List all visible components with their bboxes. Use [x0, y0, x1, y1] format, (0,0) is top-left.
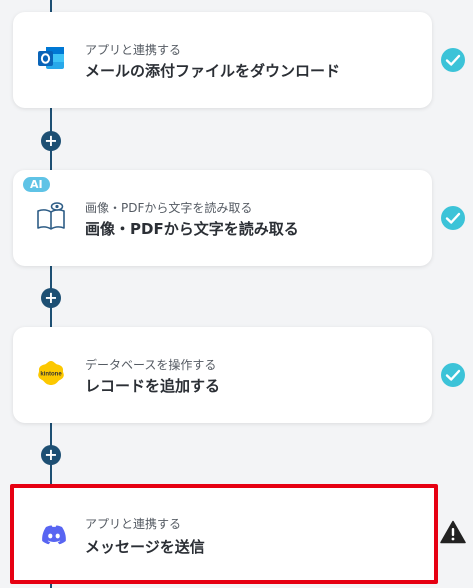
step-2-action-title: 画像・PDFから文字を読み取る: [85, 220, 299, 238]
flow-step-1-card[interactable]: アプリと連携する メールの添付ファイルをダウンロード: [13, 12, 432, 108]
step-1-app-label: アプリと連携する: [85, 43, 182, 57]
kintone-logo-text: kintone: [40, 372, 62, 378]
kintone-icon: kintone: [38, 361, 64, 385]
flow-step-4-card[interactable]: アプリと連携する メッセージを送信: [10, 484, 438, 584]
add-step-button-3[interactable]: +: [41, 445, 61, 465]
step-4-app-label: アプリと連携する: [85, 517, 182, 531]
check-circle-icon: [441, 206, 465, 230]
step-1-action-title: メールの添付ファイルをダウンロード: [85, 62, 341, 80]
check-circle-icon: [441, 48, 465, 72]
discord-icon: [42, 525, 66, 545]
add-step-button-1[interactable]: +: [41, 131, 61, 151]
step-3-app-label: データベースを操作する: [85, 358, 217, 372]
ocr-book-icon: [37, 202, 65, 230]
flow-step-3-card[interactable]: kintone データベースを操作する レコードを追加する: [13, 327, 432, 423]
step-4-action-title: メッセージを送信: [85, 538, 205, 556]
flow-step-2-card[interactable]: AI 画像・PDFから文字を読み取る 画像・PDFから文字を読み取る: [13, 170, 432, 266]
check-circle-icon: [441, 363, 465, 387]
add-step-button-2[interactable]: +: [41, 288, 61, 308]
ai-badge: AI: [23, 177, 50, 192]
warning-icon: [440, 520, 466, 544]
outlook-icon: [38, 47, 64, 69]
step-2-app-label: 画像・PDFから文字を読み取る: [85, 201, 253, 215]
step-3-action-title: レコードを追加する: [85, 377, 221, 395]
